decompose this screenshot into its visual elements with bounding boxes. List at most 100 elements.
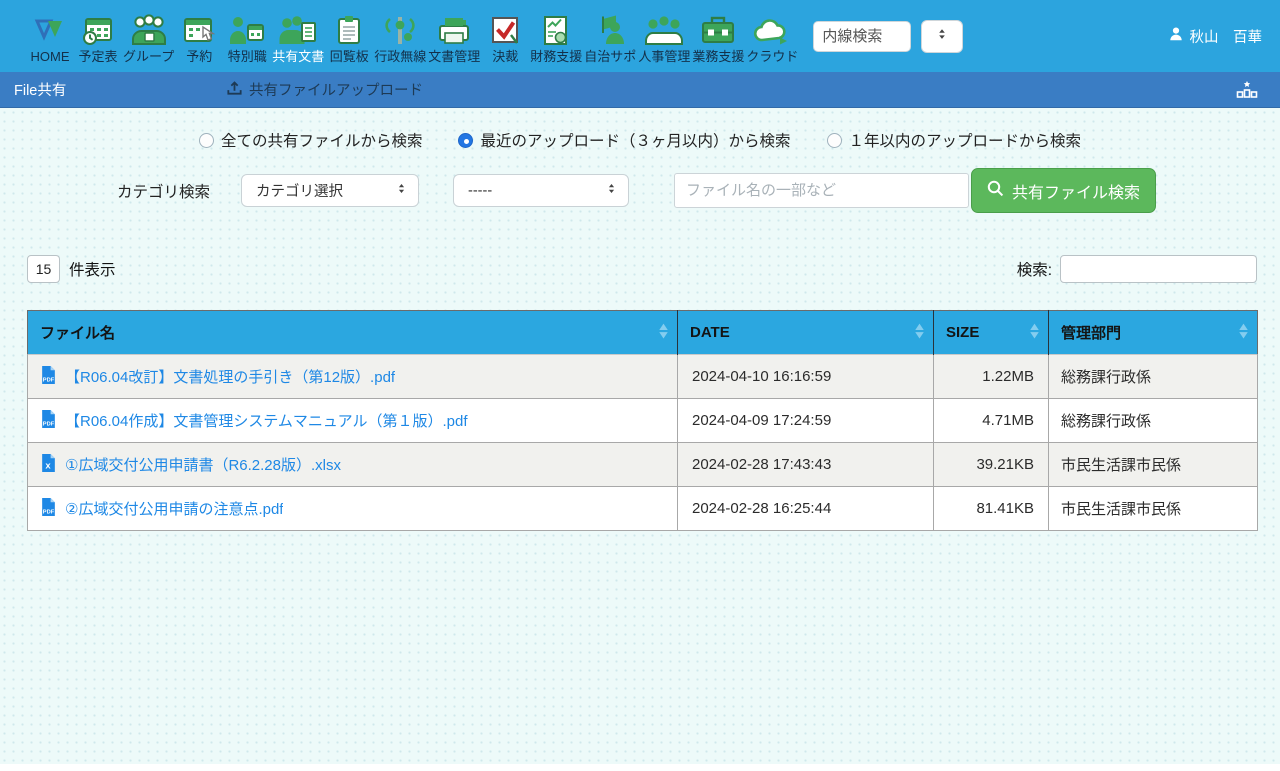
radio-button-icon[interactable] <box>827 133 842 148</box>
file-row: x ①広域交付公用申請書（R6.2.28版）.xlsx 2024-02-28 17:… <box>28 443 1258 487</box>
subcategory-select-value: ----- <box>468 183 492 199</box>
file-link[interactable]: ②広域交付公用申請の注意点.pdf <box>65 498 283 519</box>
file-link[interactable]: ①広域交付公用申請書（R6.2.28版）.xlsx <box>65 454 341 475</box>
table-body: PDF【R06.04改訂】文書処理の手引き（第12版）.pdf2024-04-1… <box>28 355 1258 531</box>
svg-text:PDF: PDF <box>43 377 55 383</box>
nav-item-approval[interactable]: 決裁 <box>482 8 528 65</box>
category-select[interactable]: カテゴリ選択 <box>241 174 419 207</box>
nav-item-doc-manage[interactable]: 文書管理 <box>428 8 480 65</box>
file-name-cell: x ①広域交付公用申請書（R6.2.28版）.xlsx <box>28 443 678 487</box>
hr-icon <box>644 14 684 48</box>
nav-item-cloud[interactable]: クラウド <box>746 8 798 65</box>
radio-button-icon[interactable] <box>199 133 214 148</box>
search-scope-options: 全ての共有ファイルから検索 最近のアップロード（３ヶ月以内）から検索 １年以内のアッ… <box>0 129 1280 151</box>
department-cell: 総務課行政係 <box>1049 399 1258 443</box>
file-link[interactable]: 【R06.04作成】文書管理システムマニュアル（第１版）.pdf <box>65 410 468 431</box>
column-header-0[interactable]: ファイル名 <box>28 311 678 355</box>
ranking-icon[interactable] <box>1236 80 1258 99</box>
nav-item-label: 共有文書 <box>272 48 324 65</box>
column-header-label: ファイル名 <box>40 325 115 342</box>
subcategory-select[interactable]: ----- <box>453 174 629 207</box>
user-name: 秋山 百華 <box>1190 26 1263 47</box>
nav-item-shared-doc[interactable]: 共有文書 <box>272 8 324 65</box>
department-cell: 総務課行政係 <box>1049 355 1258 399</box>
radio-button-icon[interactable] <box>458 133 473 148</box>
nav-item-board[interactable]: 回覧板 <box>326 8 372 65</box>
extension-select[interactable] <box>921 20 963 53</box>
search-button-label: 共有ファイル検索 <box>1012 179 1140 203</box>
search-scope-radio-1[interactable]: 最近のアップロード（３ヶ月以内）から検索 <box>458 129 790 151</box>
file-row: PDF【R06.04改訂】文書処理の手引き（第12版）.pdf2024-04-1… <box>28 355 1258 399</box>
updown-arrows-icon <box>935 26 949 47</box>
shared-file-upload-link[interactable]: 共有ファイルアップロード <box>226 79 423 100</box>
size-cell: 81.41KB <box>934 487 1049 531</box>
nav-item-label: 予約 <box>186 48 212 65</box>
table-filter-input[interactable] <box>1060 255 1257 283</box>
date-cell: 2024-04-09 17:24:59 <box>678 399 934 443</box>
nav-item-label: クラウド <box>746 48 798 65</box>
sort-icon <box>657 322 670 343</box>
shared-file-table: ファイル名 DATE SIZE 管理部門 PDF 【R06.04改訂】文書処理の手引き（… <box>27 310 1258 531</box>
sort-icon <box>913 322 926 343</box>
xlsx-file-icon: x <box>40 453 57 476</box>
nav-item-home[interactable]: HOME <box>27 8 73 65</box>
filename-search-input[interactable] <box>674 173 969 208</box>
table-filter-label: 検索: <box>1017 258 1052 280</box>
updown-arrows-icon <box>605 181 618 200</box>
nav-item-label: 人事管理 <box>638 48 690 65</box>
svg-text:x: x <box>45 460 51 471</box>
list-controls-row: 件表示 検索: <box>27 255 1257 283</box>
column-header-2[interactable]: SIZE <box>934 311 1049 355</box>
user-menu[interactable]: 秋山 百華 <box>1168 26 1263 47</box>
radio-label: １年以内のアップロードから検索 <box>849 129 1082 151</box>
column-header-3[interactable]: 管理部門 <box>1049 311 1258 355</box>
nav-item-label: 予定表 <box>78 48 117 65</box>
bottom-strip <box>0 764 1280 771</box>
nav-item-group[interactable]: グループ <box>123 8 174 65</box>
search-scope-radio-2[interactable]: １年以内のアップロードから検索 <box>827 129 1082 151</box>
nav-item-support[interactable]: 自治サポ <box>584 8 636 65</box>
nav-item-finance[interactable]: 財務支援 <box>530 8 582 65</box>
nav-item-hr[interactable]: 人事管理 <box>638 8 690 65</box>
radio-label: 全ての共有ファイルから検索 <box>221 129 423 151</box>
pdf-file-icon: PDF <box>40 409 57 432</box>
nav-item-label: 業務支援 <box>692 48 744 65</box>
size-cell: 1.22MB <box>934 355 1049 399</box>
support-icon <box>590 14 630 48</box>
per-page-input[interactable] <box>27 255 60 283</box>
file-link[interactable]: 【R06.04改訂】文書処理の手引き（第12版）.pdf <box>65 366 395 387</box>
radio-icon <box>380 14 420 48</box>
date-cell: 2024-02-28 17:43:43 <box>678 443 934 487</box>
category-search-row: カテゴリ検索 カテゴリ選択 ----- 共有ファイル検索 <box>117 168 1280 213</box>
file-name-cell: PDF ②広域交付公用申請の注意点.pdf <box>28 487 678 531</box>
approval-icon <box>485 14 525 48</box>
column-header-label: DATE <box>690 324 730 341</box>
board-icon <box>329 14 369 48</box>
nav-item-label: 特別職 <box>228 48 267 65</box>
column-header-1[interactable]: DATE <box>678 311 934 355</box>
top-navigation-bar: HOME 予定表グループ予約特別職共有文書回覧板行政無線文書管理決裁財務支援自治サ… <box>0 0 1280 72</box>
cloud-icon <box>752 14 792 48</box>
file-row: PDF②広域交付公用申請の注意点.pdf2024-02-28 16:25:448… <box>28 487 1258 531</box>
nav-item-label: グループ <box>123 48 174 65</box>
department-cell: 市民生活課市民係 <box>1049 487 1258 531</box>
sort-icon <box>1028 322 1041 343</box>
nav-item-label: 行政無線 <box>374 48 426 65</box>
size-cell: 4.71MB <box>934 399 1049 443</box>
nav-item-work[interactable]: 業務支援 <box>692 8 744 65</box>
extension-search-input[interactable] <box>813 21 911 52</box>
nav-item-radio[interactable]: 行政無線 <box>374 8 426 65</box>
svg-text:PDF: PDF <box>43 509 55 515</box>
nav-item-special[interactable]: 特別職 <box>224 8 270 65</box>
updown-arrows-icon <box>395 181 408 200</box>
nav-item-label: HOME <box>31 48 70 65</box>
column-header-label: SIZE <box>946 324 979 341</box>
search-scope-radio-0[interactable]: 全ての共有ファイルから検索 <box>199 129 423 151</box>
upload-icon <box>226 79 243 100</box>
group-icon <box>129 14 169 48</box>
schedule-icon <box>78 14 118 48</box>
user-icon <box>1168 26 1184 46</box>
nav-item-schedule[interactable]: 予定表 <box>75 8 121 65</box>
nav-item-reserve[interactable]: 予約 <box>176 8 222 65</box>
shared-file-search-button[interactable]: 共有ファイル検索 <box>971 168 1156 213</box>
